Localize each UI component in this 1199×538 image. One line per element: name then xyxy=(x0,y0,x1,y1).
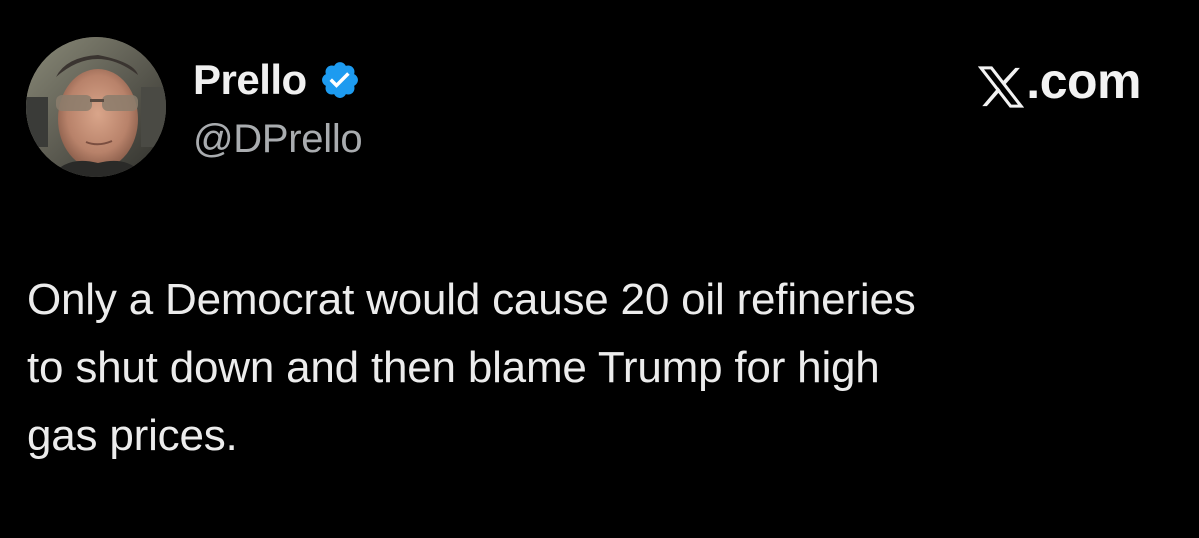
tweet-text-line: gas prices. xyxy=(27,411,238,460)
tweet-text-line: to shut down and then blame Trump for hi… xyxy=(27,343,880,392)
tweet-card: Prello @DPrello .com Only a Democrat wou… xyxy=(0,0,1199,538)
tweet-text: Only a Democrat would cause 20 oil refin… xyxy=(27,266,1147,470)
avatar-photo-icon xyxy=(26,37,166,177)
author-handle[interactable]: @DPrello xyxy=(193,115,363,163)
tweet-text-line: Only a Democrat would cause 20 oil refin… xyxy=(27,275,916,324)
avatar[interactable] xyxy=(26,37,166,177)
source-label: .com xyxy=(978,52,1141,110)
x-logo-icon xyxy=(978,62,1025,108)
author-name-row: Prello xyxy=(193,55,361,105)
verified-badge-icon xyxy=(319,59,361,101)
source-domain-suffix: .com xyxy=(1026,53,1141,109)
author-name[interactable]: Prello xyxy=(193,55,307,105)
